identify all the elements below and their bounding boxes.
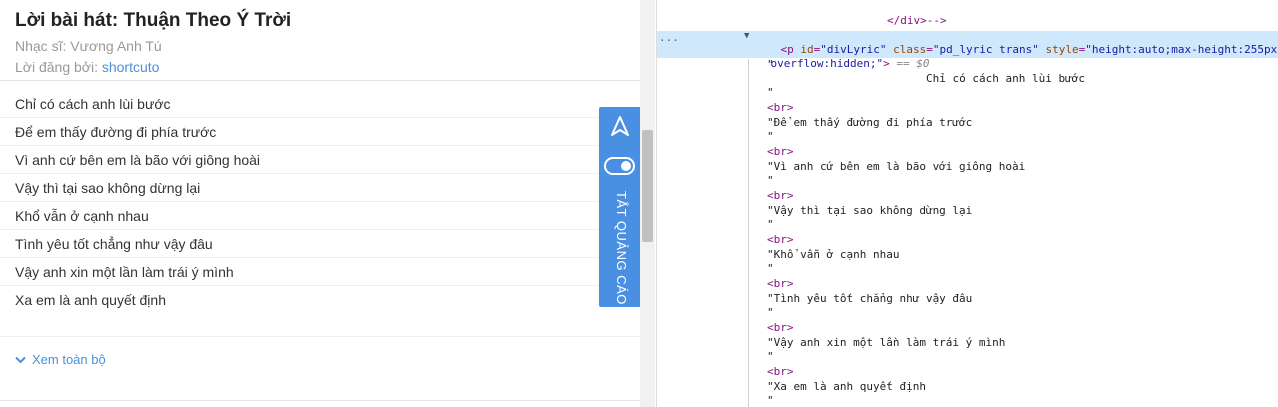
lyrics-page: Lời bài hát: Thuận Theo Ý Trời Nhạc sĩ: … <box>0 0 640 407</box>
more-options-icon[interactable]: ... <box>659 31 679 44</box>
posted-by: Lời đăng bởi: shortcuto <box>15 59 159 75</box>
chevron-down-icon <box>15 356 26 363</box>
ad-toggle-panel[interactable]: TẮT QUẢNG CÁO <box>599 107 640 307</box>
dt-text-node[interactable]: "Tình yêu tốt chẳng như vậy đâu <box>767 292 972 305</box>
divider-top <box>0 80 640 81</box>
lyric-line: Tình yêu tốt chẳng như vậy đâu <box>0 230 640 258</box>
dt-quote: " <box>767 58 774 71</box>
navigation-arrow-icon <box>611 116 629 136</box>
lyric-line: Xa em là anh quyết định <box>15 292 166 308</box>
lyric-line: Vì anh cứ bên em là bão với giông hoài <box>0 146 640 174</box>
page-scrollbar[interactable] <box>640 0 655 407</box>
dt-selected-marker: == $0 <box>896 57 930 70</box>
dt-quote: " <box>767 218 774 231</box>
lyrics-list: Chỉ có cách anh lùi bước Để em thấy đườn… <box>0 90 640 314</box>
dt-attr-style: style <box>1045 43 1079 56</box>
collapse-triangle-icon[interactable]: ▼ <box>744 31 749 41</box>
lyric-line: Chỉ có cách anh lùi bước <box>0 90 640 118</box>
devtools-elements-panel: </div>--> ... ▼ <p id="divLyric" class="… <box>656 0 1278 407</box>
dt-quote: " <box>767 306 774 319</box>
ad-toggle-label: TẮT QUẢNG CÁO <box>614 191 629 305</box>
dt-attr-style-val2: overflow:hidden;" <box>770 57 884 70</box>
composer-label: Nhạc sĩ: Vương Anh Tú <box>15 38 162 54</box>
dt-text-node[interactable]: Chỉ có cách anh lùi bước <box>926 72 1085 85</box>
dt-quote: " <box>767 130 774 143</box>
lyric-line: Vậy thì tại sao không dừng lại <box>0 174 640 202</box>
dt-br-tag[interactable]: <br> <box>767 365 794 378</box>
toggle-knob <box>621 161 631 171</box>
dt-attr-class-val: "pd_lyric trans" <box>932 43 1039 56</box>
dt-text-node[interactable]: "Vậy thì tại sao không dừng lại <box>767 204 972 217</box>
dt-br-tag[interactable]: <br> <box>767 321 794 334</box>
see-all-link[interactable]: Xem toàn bộ <box>15 352 106 367</box>
dt-br-tag[interactable]: <br> <box>767 101 794 114</box>
dt-br-tag[interactable]: <br> <box>767 189 794 202</box>
lyric-line: Để em thấy đường đi phía trước <box>0 118 640 146</box>
dt-text-node[interactable]: "Vì anh cứ bên em là bão với giông hoài <box>767 160 1025 173</box>
dt-attr-style-val: "height:auto;max-height:255px; <box>1085 43 1278 56</box>
dt-text-node[interactable]: "Vậy anh xin một lần làm trái ý mình <box>767 336 1005 349</box>
posted-by-user-link[interactable]: shortcuto <box>102 59 160 75</box>
dt-tree-guide <box>748 59 749 407</box>
divider-bottom <box>0 400 640 401</box>
lyric-line: Khổ vẫn ở cạnh nhau <box>0 202 640 230</box>
dt-quote: " <box>767 262 774 275</box>
dt-quote: " <box>767 86 774 99</box>
posted-by-prefix: Lời đăng bởi: <box>15 59 102 75</box>
dt-br-tag[interactable]: <br> <box>767 277 794 290</box>
song-title: Lời bài hát: Thuận Theo Ý Trời <box>15 10 292 31</box>
dt-br-tag[interactable]: <br> <box>767 145 794 158</box>
dt-br-tag[interactable]: <br> <box>767 233 794 246</box>
scrollbar-thumb[interactable] <box>642 130 653 242</box>
see-all-label: Xem toàn bộ <box>32 352 106 367</box>
dt-quote: " <box>767 350 774 363</box>
ad-toggle-switch[interactable] <box>604 157 635 175</box>
dt-text-node[interactable]: "Để em thấy đường đi phía trước <box>767 116 972 129</box>
dt-text-node[interactable]: "Xa em là anh quyết định <box>767 380 926 393</box>
divider-mid <box>0 336 640 337</box>
dt-quote: " <box>767 394 774 407</box>
dt-quote: " <box>767 174 774 187</box>
dt-closing-div[interactable]: </div>--> <box>887 14 947 27</box>
lyric-line: Vậy anh xin một lần làm trái ý mình <box>0 258 640 286</box>
dt-text-node[interactable]: "Khổ vẫn ở cạnh nhau <box>767 248 899 261</box>
dt-p-close: > <box>883 57 890 70</box>
